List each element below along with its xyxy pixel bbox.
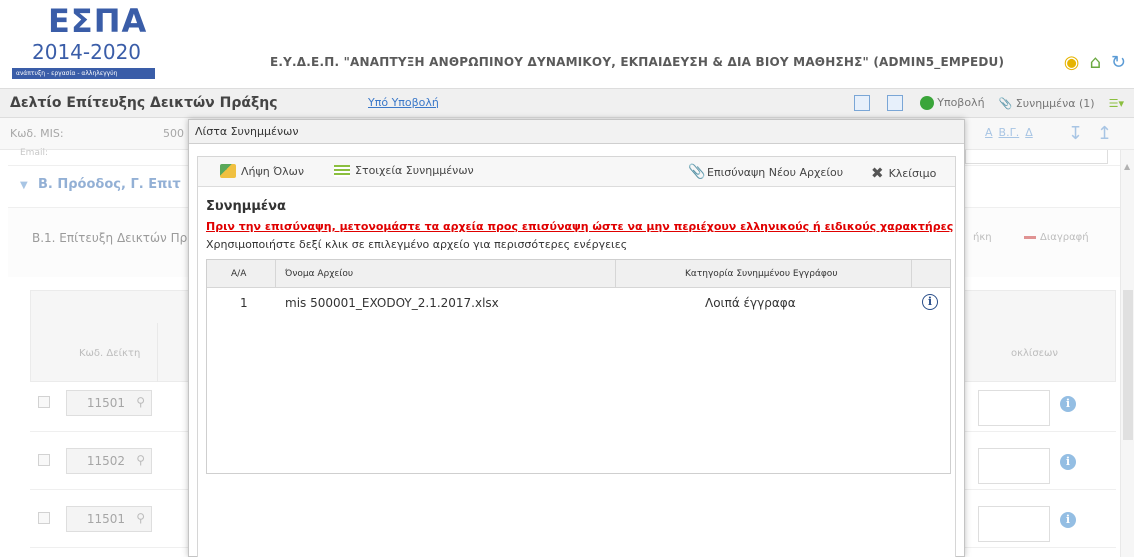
row-category: Λοιπά έγγραφα [705, 296, 796, 310]
table-row[interactable]: 1 mis 500001_EXODOY_2.1.2017.xlsx Λοιπά … [207, 292, 952, 316]
attachment-details-label: Στοιχεία Συνημμένων [355, 164, 474, 177]
header-icons: ◉ ⌂ ↻ [1064, 52, 1126, 73]
attachments-button[interactable]: 📎 Συνημμένα (1) [999, 97, 1095, 110]
download-icon [220, 164, 236, 178]
dialog-toolbar: Λήψη Όλων Στοιχεία Συνημμένων 📎 Επισύναψ… [198, 157, 955, 187]
list-icon [334, 164, 350, 177]
attach-new-file-label: Επισύναψη Νέου Αρχείου [707, 165, 844, 179]
logo-subtitle: ανάπτυξη - εργασία - αλληλεγγύη [12, 68, 155, 79]
close-button[interactable]: ✖ Κλείσιμο [871, 164, 936, 182]
submit-button[interactable]: Υποβολή [920, 96, 985, 110]
validate-icon[interactable] [887, 95, 904, 111]
home-icon[interactable]: ⌂ [1089, 52, 1100, 73]
col-filename-header: Όνομα Αρχείου [285, 269, 354, 279]
attach-new-file-button[interactable]: 📎 Επισύναψη Νέου Αρχείου [688, 164, 843, 180]
column-divider [275, 260, 276, 288]
attachments-heading: Συνημμένα [206, 199, 286, 214]
attachments-table: Α/Α Όνομα Αρχείου Κατηγορία Συνημμένου Ε… [206, 259, 951, 474]
submit-icon [920, 96, 935, 110]
row-filename: mis 500001_EXODOY_2.1.2017.xlsx [285, 296, 499, 310]
row-index: 1 [240, 296, 248, 310]
app-title: Ε.Υ.Δ.Ε.Π. "ΑΝΑΠΤΥΞΗ ΑΝΘΡΩΠΙΝΟΥ ΔΥΝΑΜΙΚΟ… [270, 55, 1005, 69]
attachment-details-button[interactable]: Στοιχεία Συνημμένων [334, 164, 474, 177]
attachments-table-header: Α/Α Όνομα Αρχείου Κατηγορία Συνημμένου Ε… [207, 260, 950, 288]
filename-warning: Πριν την επισύναψη, μετονομάστε τα αρχεί… [206, 220, 954, 233]
attachments-label: Συνημμένα (1) [1015, 96, 1095, 110]
refresh-icon[interactable]: ↻ [1111, 52, 1126, 73]
logo-title: ΕΣΠΑ [48, 2, 148, 40]
row-info-icon[interactable]: i [922, 294, 938, 310]
close-icon: ✖ [871, 164, 884, 182]
toolbar-actions: Υποβολή 📎 Συνημμένα (1) ☰▾ [854, 95, 1124, 111]
col-category-header: Κατηγορία Συνημμένου Εγγράφου [685, 269, 838, 279]
close-label: Κλείσιμο [888, 166, 937, 180]
app-header: ΕΣΠΑ 2014-2020 ανάπτυξη - εργασία - αλλη… [0, 0, 1134, 88]
menu-icon[interactable]: ☰▾ [1109, 97, 1124, 110]
download-all-label: Λήψη Όλων [241, 164, 305, 178]
save-icon[interactable] [854, 95, 871, 111]
paperclip-icon: 📎 [688, 164, 706, 180]
attachments-dialog: Λίστα Συνημμένων Λήψη Όλων Στοιχεία Συνη… [188, 119, 965, 557]
document-toolbar: Δελτίο Επίτευξης Δεικτών Πράξης Υπό Υποβ… [0, 88, 1134, 118]
dialog-title: Λίστα Συνημμένων [189, 120, 964, 144]
page-title: Δελτίο Επίτευξης Δεικτών Πράξης [10, 95, 278, 111]
column-divider [911, 260, 912, 288]
dialog-body: Λήψη Όλων Στοιχεία Συνημμένων 📎 Επισύναψ… [197, 156, 956, 557]
download-all-button[interactable]: Λήψη Όλων [220, 164, 304, 178]
paperclip-icon: 📎 [998, 96, 1013, 110]
context-menu-hint: Χρησιμοποιήστε δεξί κλικ σε επιλεγμένο α… [206, 238, 628, 251]
status-link[interactable]: Υπό Υποβολή [368, 96, 439, 109]
logo-years: 2014-2020 [32, 40, 142, 64]
column-divider [615, 260, 616, 288]
col-index-header: Α/Α [231, 269, 247, 279]
user-icon[interactable]: ◉ [1064, 52, 1080, 73]
info-icon: i [922, 294, 938, 310]
espa-logo: ΕΣΠΑ 2014-2020 ανάπτυξη - εργασία - αλλη… [12, 2, 172, 84]
submit-label: Υποβολή [937, 96, 985, 109]
